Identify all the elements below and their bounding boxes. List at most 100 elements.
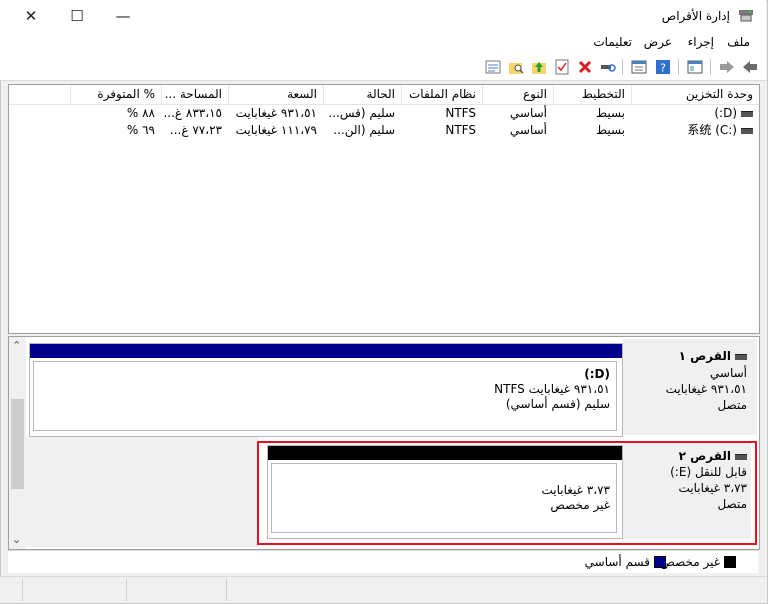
- status-separator: [226, 579, 227, 601]
- free-space-value: ٧٧،٢٣ غ...: [169, 123, 222, 137]
- check-button[interactable]: [553, 58, 571, 76]
- legend-swatch: [654, 556, 666, 568]
- partition-status: سليم (قسم أساسي): [505, 397, 610, 411]
- menu-view[interactable]: عرض: [644, 35, 672, 49]
- scrollbar-thumb[interactable]: [11, 399, 24, 489]
- disk-kind: أساسي: [709, 366, 747, 380]
- delete-button[interactable]: [576, 58, 594, 76]
- menu-action[interactable]: إجراء: [688, 35, 714, 49]
- console-tree-button[interactable]: [686, 58, 704, 76]
- disk-icon: [735, 353, 747, 360]
- maximize-icon: ☐: [70, 7, 84, 25]
- percent-free-value: ٨٨ %: [126, 106, 155, 120]
- legend-swatch: [724, 556, 736, 568]
- close-icon: ✕: [24, 7, 38, 25]
- disk-icon: [735, 453, 747, 460]
- legend-primary-partition: قسم أساسي: [585, 555, 666, 569]
- disk-2-info[interactable]: القرص ٢ قابل للنقل (E:) ٣،٧٣ غيغابايت مت…: [623, 443, 751, 539]
- column-volume[interactable]: وحدة التخزين: [631, 85, 759, 104]
- partition-bar: [30, 344, 622, 358]
- column-percent-free[interactable]: % المتوفرة: [70, 85, 161, 104]
- filesystem-value: NTFS: [445, 106, 476, 120]
- minimize-icon: —: [115, 7, 131, 25]
- checklist-icon: [555, 59, 569, 75]
- properties-button[interactable]: [630, 58, 648, 76]
- console-tree-icon: [687, 60, 703, 74]
- drive-icon: [741, 127, 753, 134]
- properties-icon: [631, 60, 647, 74]
- disk-size: ٣،٧٣ غيغابايت: [678, 481, 748, 495]
- folder-search-icon: [509, 63, 524, 74]
- partition-label: (D:): [584, 367, 610, 381]
- free-space-value: ٨٣٣،١٥ غ...: [163, 106, 222, 120]
- back-button[interactable]: [741, 58, 759, 76]
- status-value: سليم (قس...: [328, 106, 395, 120]
- legend-label: قسم أساسي: [584, 555, 650, 569]
- empty-region: [26, 437, 259, 547]
- up-folder-button[interactable]: [530, 58, 548, 76]
- disk-kind: قابل للنقل (E:): [670, 465, 747, 479]
- table-row[interactable]: (D:) بسيط أساسي NTFS سليم (قس... ٩٣١،٥١ …: [9, 105, 759, 122]
- layout-value: بسيط: [595, 106, 625, 120]
- capacity-value: ٩٣١،٥١ غيغابايت: [235, 106, 317, 120]
- folder-up-icon: [532, 62, 546, 74]
- arrow-left-icon: [743, 61, 757, 73]
- legend-label: غير مخصص: [660, 555, 720, 569]
- status-separator: [126, 579, 127, 601]
- disk-1-info[interactable]: القرص ١ أساسي ٩٣١،٥١ غيغابايت متصل: [623, 339, 757, 435]
- column-capacity[interactable]: السعة: [228, 85, 323, 104]
- list-view-icon: [485, 60, 501, 74]
- column-layout[interactable]: التخطيط: [553, 85, 631, 104]
- help-icon: ?: [656, 60, 670, 75]
- list-view-button[interactable]: [484, 58, 502, 76]
- disk-size: ٩٣١،٥١ غيغابايت: [665, 382, 747, 396]
- forward-button[interactable]: [718, 58, 736, 76]
- title-bar: ✕ ☐ — إدارة الأقراص: [0, 0, 766, 32]
- vertical-scrollbar[interactable]: ⌃ ⌄: [9, 337, 26, 549]
- delete-x-icon: [578, 60, 592, 74]
- drive-icon: [741, 110, 753, 117]
- maximize-button[interactable]: ☐: [54, 0, 100, 32]
- partition-d[interactable]: (D:) ٩٣١،٥١ غيغابايت NTFS سليم (قسم أساس…: [33, 361, 617, 431]
- search-folder-button[interactable]: [507, 58, 525, 76]
- help-button[interactable]: ?: [654, 58, 672, 76]
- partition-status: غير مخصص: [550, 498, 610, 512]
- table-row[interactable]: 系统 (C:) بسيط أساسي NTFS سليم (الن... ١١١…: [9, 122, 759, 139]
- menu-help[interactable]: تعليمات: [593, 35, 632, 49]
- unallocated-space[interactable]: ٣،٧٣ غيغابايت غير مخصص: [271, 463, 617, 533]
- column-status[interactable]: الحالة: [323, 85, 401, 104]
- toolbar-separator: [678, 59, 679, 75]
- disk-management-app-icon: [739, 10, 753, 22]
- svg-text:?: ?: [660, 62, 666, 75]
- volume-list-header: وحدة التخزين التخطيط النوع نظام الملفات …: [9, 85, 759, 105]
- disk-1-partition-area: (D:) ٩٣١،٥١ غيغابايت NTFS سليم (قسم أساس…: [29, 343, 623, 437]
- legend: غير مخصص قسم أساسي: [8, 550, 758, 573]
- menu-file[interactable]: ملف: [727, 35, 750, 49]
- status-separator: [22, 579, 23, 601]
- window-title: إدارة الأقراص: [661, 9, 730, 23]
- type-value: أساسي: [509, 123, 547, 137]
- layout-value: بسيط: [595, 123, 625, 137]
- close-button[interactable]: ✕: [8, 0, 54, 32]
- arrow-right-icon: [720, 61, 734, 73]
- column-filesystem[interactable]: نظام الملفات: [401, 85, 482, 104]
- disk-state: متصل: [717, 497, 747, 511]
- toolbar-separator: [710, 59, 711, 75]
- scroll-down-icon[interactable]: ⌄: [12, 533, 21, 546]
- partition-size: ٣،٧٣ غيغابايت: [541, 483, 611, 497]
- disk-name: القرص ١: [678, 349, 731, 363]
- column-free-space[interactable]: المساحة ...: [161, 85, 228, 104]
- filesystem-value: NTFS: [445, 123, 476, 137]
- column-type[interactable]: النوع: [482, 85, 553, 104]
- disk-state: متصل: [717, 398, 747, 412]
- minimize-button[interactable]: —: [100, 0, 146, 32]
- volume-name: 系统 (C:): [687, 123, 737, 137]
- disk-search-icon: [601, 64, 616, 72]
- partition-bar: [268, 446, 622, 460]
- scroll-up-icon[interactable]: ⌃: [12, 339, 21, 352]
- legend-unallocated: غير مخصص: [660, 555, 736, 569]
- disk-action-button[interactable]: [599, 58, 617, 76]
- status-value: سليم (الن...: [333, 123, 395, 137]
- menu-bar: ملف إجراء عرض تعليمات: [0, 32, 766, 54]
- type-value: أساسي: [509, 106, 547, 120]
